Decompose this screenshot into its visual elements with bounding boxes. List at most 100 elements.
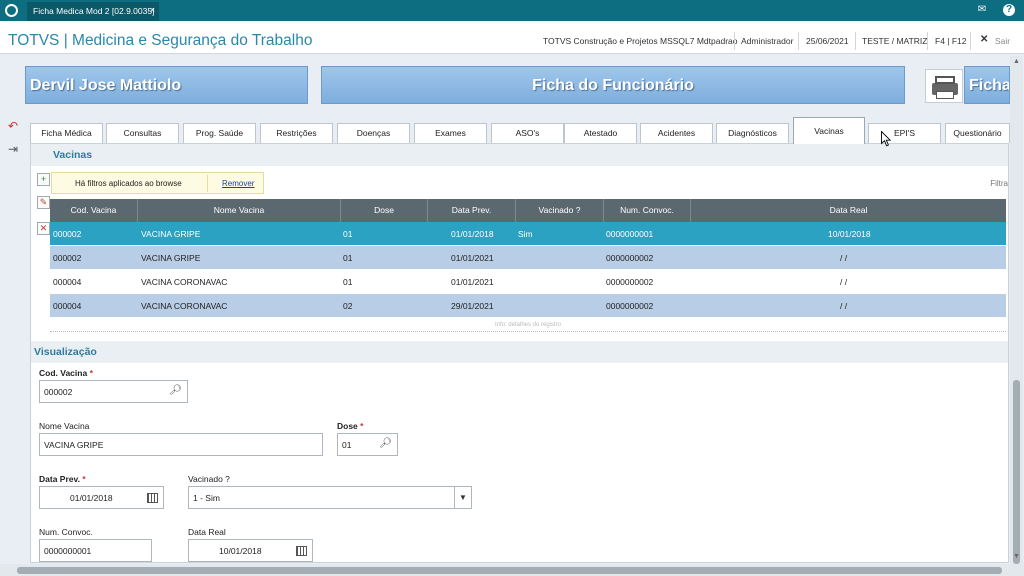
cell-dose: 01 [343,253,353,263]
col-vacinado[interactable]: Vacinado ? [516,199,604,222]
cell-data-real: / / [840,301,848,311]
tab-doencas[interactable]: Doenças [337,123,410,143]
cell-data-real: / / [840,277,848,287]
col-data-real[interactable]: Data Real [691,199,1006,222]
cell-cod: 000002 [53,229,82,239]
tab-restricoes[interactable]: Restrições [260,123,333,143]
form-title: Ficha do Funcionário [532,77,694,94]
grid-footer-hint: Info: detalhes do registro [50,322,1006,332]
app-title: TOTVS | Medicina e Segurança do Trabalho [8,32,313,49]
cell-dose: 01 [343,277,353,287]
nome-vacina-field[interactable]: VACINA GRIPE [39,433,323,456]
tab-acidentes[interactable]: Acidentes [640,123,713,143]
exit-button[interactable]: Sair [995,36,1010,46]
company-info[interactable]: TOTVS Construção e Projetos MSSQL7 Mdtpa… [543,36,738,46]
scrollbar-thumb[interactable] [1013,380,1020,564]
cell-convoc: 0000000001 [606,229,654,239]
search-icon[interactable]: 🔎︎ [379,438,392,449]
tab-asos[interactable]: ASO's [491,123,564,143]
scrollbar-thumb[interactable] [17,567,1002,574]
user-info[interactable]: Administrador [741,36,793,46]
calendar-icon[interactable] [147,493,158,503]
cod-vacina-field[interactable]: 000002 🔎︎ [39,380,188,403]
cursor-icon [881,131,891,147]
totvs-logo-icon[interactable] [5,4,18,17]
table-row[interactable]: 000004 VACINA CORONAVAC 01 01/01/2021 00… [50,270,1006,294]
tab-atestado[interactable]: Atestado [564,123,637,143]
cell-data-prev: 29/01/2021 [451,301,494,311]
table-row[interactable]: 000002 VACINA GRIPE 01 01/01/2018 Sim 00… [50,222,1006,246]
mail-icon[interactable]: ✉ [976,4,988,16]
date-info[interactable]: 25/06/2021 [806,36,849,46]
col-cod-vacina[interactable]: Cod. Vacina [50,199,138,222]
cell-dose: 01 [343,229,353,239]
num-convoc-field[interactable]: 0000000001 [39,539,152,562]
close-icon[interactable]: ✕ [980,34,988,45]
employee-banner: Dervil Jose Mattiolo [25,66,308,104]
help-icon[interactable]: ? [1003,4,1015,16]
ficha-banner[interactable]: Ficha [964,66,1010,104]
cell-vacinado: Sim [518,229,533,239]
left-toolbar: ↶ ⇥ [0,55,24,565]
table-row[interactable]: 000002 VACINA GRIPE 01 01/01/2021 000000… [50,246,1006,270]
tab-vacinas[interactable]: Vacinas [793,117,865,144]
vacinas-grid: Cod. Vacina Nome Vacina Dose Data Prev. … [50,199,1006,318]
filter-message: Há filtros aplicados ao browse [75,179,182,188]
window-tab[interactable]: Ficha Medica Mod 2 [02.9.0035] × [27,2,159,21]
cell-nome: VACINA GRIPE [141,253,201,263]
calendar-icon[interactable] [296,546,307,556]
edit-icon[interactable]: ✎ [37,196,50,209]
print-button[interactable] [925,69,963,103]
cell-data-real: / / [840,253,848,263]
cell-nome: VACINA CORONAVAC [141,277,228,287]
add-icon[interactable]: + [37,173,50,186]
data-real-field[interactable]: 10/01/2018 [188,539,313,562]
window-titlebar: Ficha Medica Mod 2 [02.9.0035] × ✉ ? [0,0,1024,21]
vacinas-section-title: Vacinas [31,144,1008,166]
col-nome-vacina[interactable]: Nome Vacina [138,199,341,222]
app-header: TOTVS | Medicina e Segurança do Trabalho… [0,21,1024,54]
cell-convoc: 0000000002 [606,301,654,311]
chevron-down-icon[interactable]: ▼ [454,487,471,508]
cell-data-prev: 01/01/2021 [451,253,494,263]
num-convoc-label: Num. Convoc. [39,527,93,537]
window-tab-title: Ficha Medica Mod 2 [02.9.0035] [33,6,155,16]
filter-notice: Há filtros aplicados ao browse Remover [51,172,264,194]
undo-icon[interactable]: ↶ [6,119,20,133]
col-data-prev[interactable]: Data Prev. [428,199,516,222]
remove-filter-link[interactable]: Remover [222,179,254,188]
horizontal-scrollbar[interactable] [0,564,1024,576]
vacinado-label: Vacinado ? [188,474,230,484]
tab-questionario[interactable]: Questionário [945,123,1010,143]
close-icon[interactable]: × [150,5,155,15]
cell-nome: VACINA GRIPE [141,229,201,239]
nome-vacina-label: Nome Vacina [39,421,90,431]
table-row[interactable]: 000004 VACINA CORONAVAC 02 29/01/2021 00… [50,294,1006,318]
tab-ficha-medica[interactable]: Ficha Médica [30,123,103,143]
cell-cod: 000004 [53,301,82,311]
data-prev-field[interactable]: 01/01/2018 [39,486,164,509]
col-dose[interactable]: Dose [341,199,428,222]
tab-consultas[interactable]: Consultas [106,123,179,143]
tab-prog-saude[interactable]: Prog. Saúde [183,123,256,143]
search-icon[interactable]: 🔎︎ [169,385,182,396]
tab-epis[interactable]: EPI'S [868,123,941,143]
grid-header: Cod. Vacina Nome Vacina Dose Data Prev. … [50,199,1006,222]
tab-diagnosticos[interactable]: Diagnósticos [716,123,789,143]
cell-nome: VACINA CORONAVAC [141,301,228,311]
cell-data-real: 10/01/2018 [828,229,871,239]
branch-info[interactable]: TESTE / MATRIZ [862,36,927,46]
vacinado-select[interactable]: 1 - Sim ▼ [188,486,472,509]
ficha-label: Ficha [969,77,1010,94]
dose-field[interactable]: 01 🔎︎ [337,433,398,456]
col-num-convoc[interactable]: Num. Convoc. [604,199,691,222]
tab-exames[interactable]: Exames [414,123,487,143]
exit-icon[interactable]: ⇥ [6,142,20,156]
keys-info: F4 | F12 [935,36,967,46]
cell-convoc: 0000000002 [606,277,654,287]
vertical-scrollbar[interactable]: ▲ ▼ [1010,56,1023,564]
cell-data-prev: 01/01/2021 [451,277,494,287]
dose-label: Dose * [337,421,364,431]
delete-icon[interactable]: ✕ [37,222,50,235]
filter-label[interactable]: Filtra [990,179,1008,188]
